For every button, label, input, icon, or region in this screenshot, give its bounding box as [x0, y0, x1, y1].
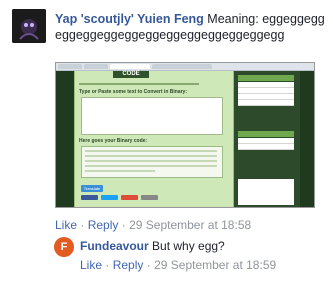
like-link[interactable]: Like — [80, 258, 102, 272]
reply-link[interactable]: Reply — [88, 218, 119, 232]
attached-screenshot[interactable]: CODE Type or Paste some text to Convert … — [55, 62, 315, 208]
like-link[interactable]: Like — [55, 218, 77, 232]
avatar[interactable]: F — [54, 237, 74, 257]
comment-timestamp[interactable]: 29 September at 18:59 — [154, 258, 276, 272]
browser-tab-active — [110, 64, 150, 69]
sidebar-item — [238, 100, 294, 106]
separator-dot: · — [146, 258, 151, 272]
intro-text-line — [79, 83, 199, 85]
sidebar-card — [238, 179, 294, 205]
profile-picture-icon — [12, 9, 46, 43]
share-google-button — [121, 195, 138, 200]
browser-tab — [84, 64, 108, 69]
avatar[interactable] — [12, 9, 46, 43]
reply-link[interactable]: Reply — [113, 258, 144, 272]
sidebar-item — [238, 144, 294, 150]
page-background-right — [300, 71, 314, 207]
input-textarea — [81, 97, 223, 135]
reply-comment-actions: Like · Reply · 29 September at 18:59 — [80, 258, 276, 272]
output-heading: Here goes your Binary code: — [79, 138, 148, 144]
separator-dot: · — [105, 258, 110, 272]
browser-tab — [58, 64, 82, 69]
reply-comment-body: Fundeavour But why egg? — [80, 239, 225, 253]
share-email-button — [141, 195, 158, 200]
comment-author-link[interactable]: Fundeavour — [80, 239, 149, 253]
sidebar-heading — [238, 131, 294, 137]
comment-author-link[interactable]: Yap 'scoutjly' Yuien Feng — [55, 12, 204, 26]
page-sidebar — [236, 71, 298, 207]
sidebar-heading — [238, 75, 294, 81]
share-twitter-button — [101, 195, 118, 200]
share-facebook-button — [81, 195, 98, 200]
comment-text: But why egg? — [152, 239, 225, 253]
browser-tab-bar — [56, 63, 314, 71]
translate-button: Translate — [81, 185, 103, 192]
separator-dot: · — [121, 218, 126, 232]
page-main-column: CODE Type or Paste some text to Convert … — [74, 71, 234, 207]
site-logo: CODE — [113, 71, 149, 78]
comment-body: Yap 'scoutjly' Yuien Feng Meaning: eggeg… — [55, 11, 327, 43]
comment-timestamp[interactable]: 29 September at 18:58 — [129, 218, 251, 232]
browser-tab — [152, 64, 212, 69]
output-textarea — [81, 146, 223, 178]
input-heading: Type or Paste some text to Convert in Bi… — [79, 89, 187, 95]
page-background-left — [56, 71, 74, 207]
comment-actions: Like · Reply · 29 September at 18:58 — [55, 218, 251, 232]
fundeavour-logo-icon: F — [60, 241, 68, 253]
separator-dot: · — [80, 218, 85, 232]
